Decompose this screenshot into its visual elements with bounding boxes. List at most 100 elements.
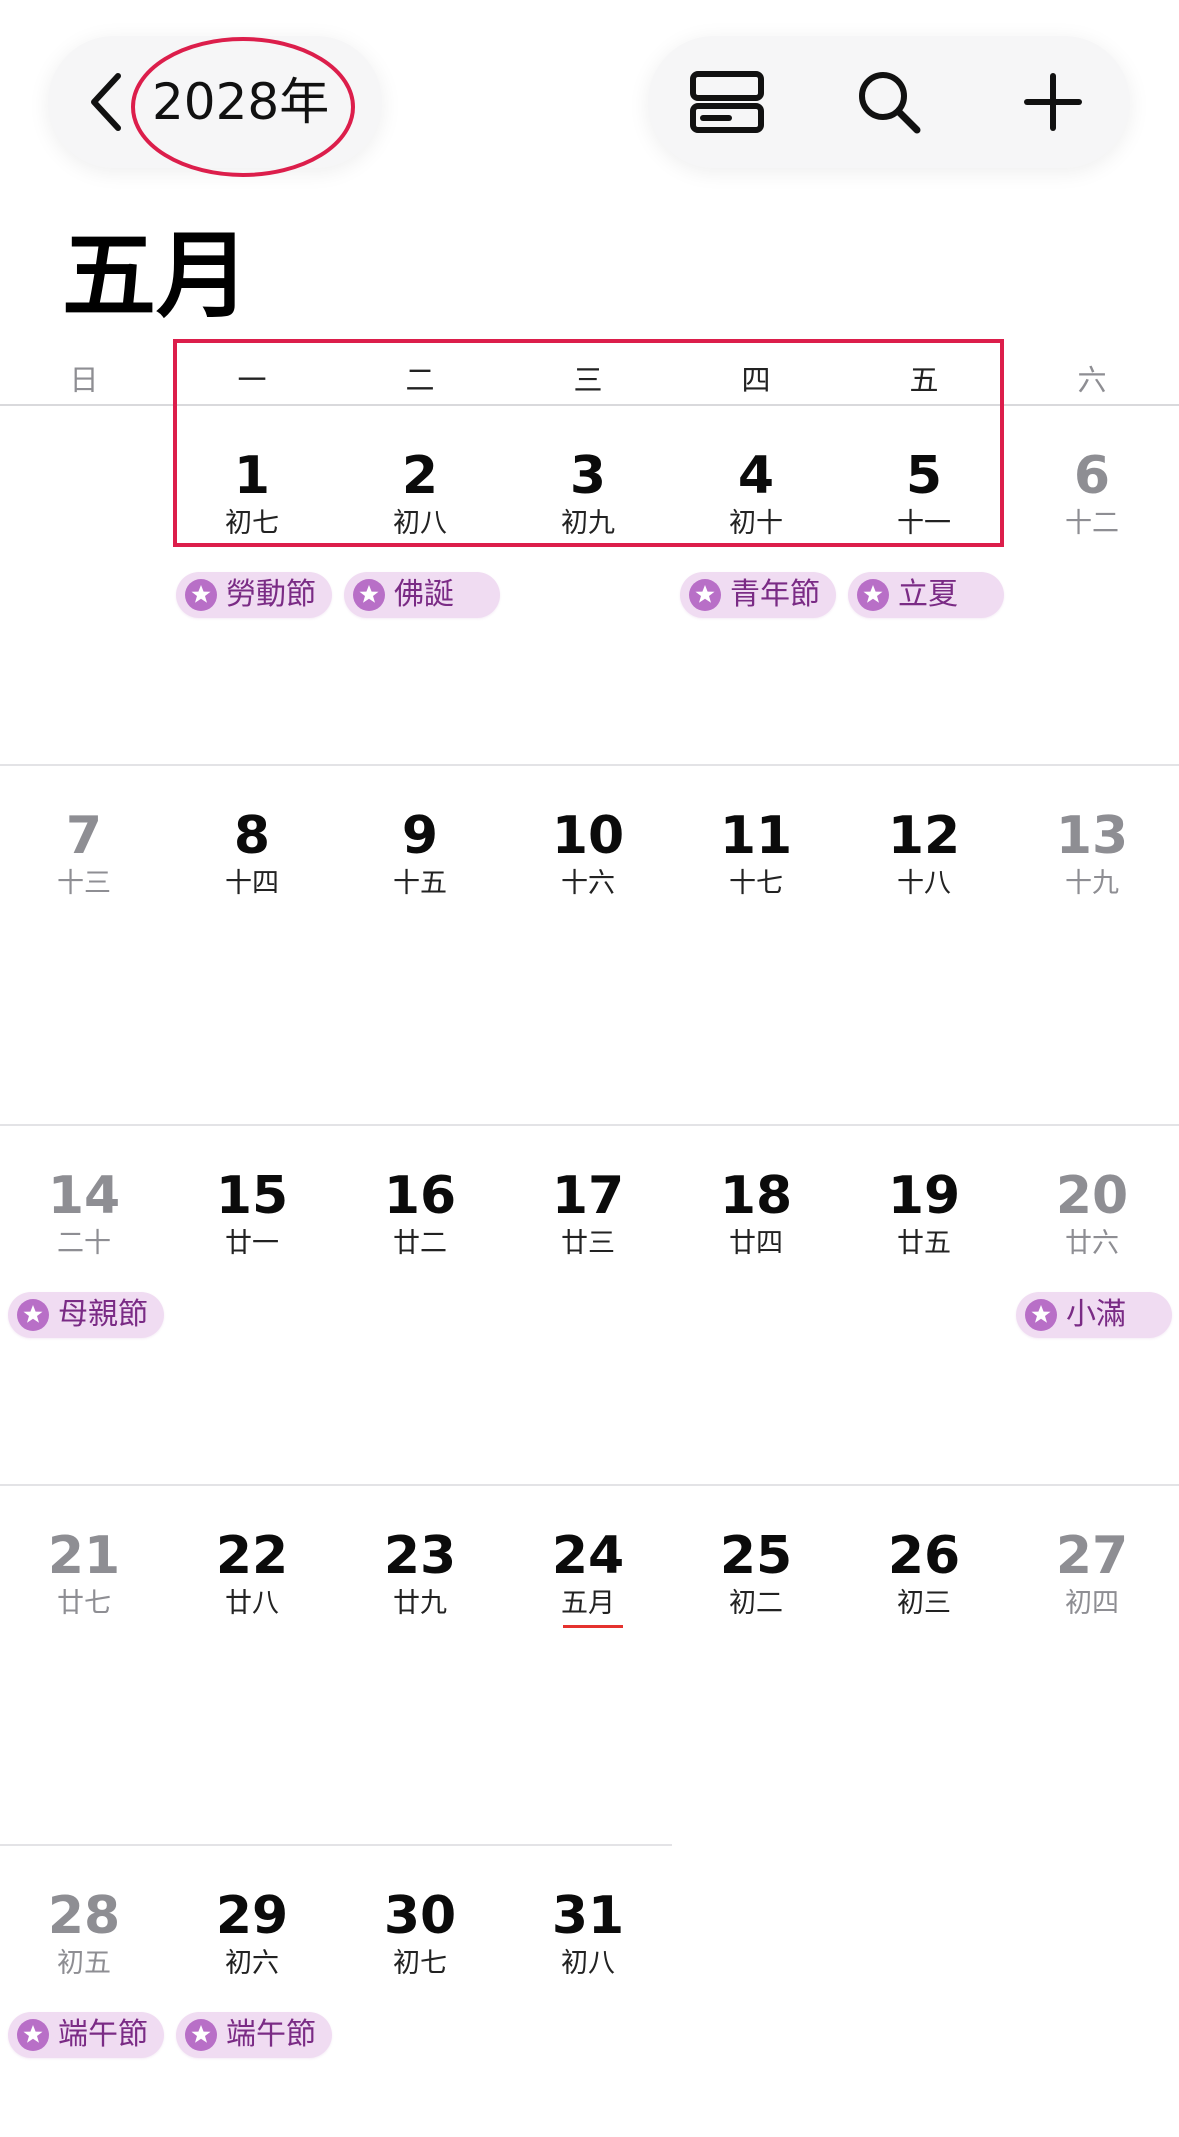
day-cell[interactable]: 12 十八 <box>840 806 1008 916</box>
event-chip[interactable]: 端午節 <box>176 2012 332 2058</box>
day-cell[interactable]: 7 十三 <box>0 806 168 916</box>
day-cell[interactable]: 10 十六 <box>504 806 672 916</box>
lunar-date: 初九 <box>561 508 615 539</box>
event-chip[interactable]: 端午節 <box>8 2012 164 2058</box>
year-nav-pill: 2028年 <box>48 36 382 168</box>
add-event-button[interactable] <box>988 36 1118 168</box>
star-icon <box>17 1299 49 1331</box>
lunar-date: 廿四 <box>729 1228 783 1259</box>
week-divider <box>0 1124 1179 1126</box>
day-number: 21 <box>47 1526 121 1586</box>
year-label: 2028年 <box>152 73 330 131</box>
day-cell[interactable]: 21 廿七 <box>0 1526 168 1636</box>
day-number: 6 <box>1073 446 1111 506</box>
day-cell[interactable]: 29 初六 <box>168 1886 336 1996</box>
day-cell[interactable]: 28 初五 <box>0 1886 168 1996</box>
day-cell[interactable]: 22 廿八 <box>168 1526 336 1636</box>
day-cell[interactable]: 18 廿四 <box>672 1166 840 1276</box>
day-cell[interactable]: 30 初七 <box>336 1886 504 1996</box>
day-number: 28 <box>47 1886 121 1946</box>
day-number: 17 <box>551 1166 625 1226</box>
lunar-date: 初八 <box>393 508 447 539</box>
header-divider <box>0 404 1179 406</box>
lunar-month-underline <box>563 1625 623 1628</box>
star-icon <box>17 2019 49 2051</box>
event-chip[interactable]: 青年節 <box>680 572 836 618</box>
list-view-icon <box>690 71 764 133</box>
lunar-date: 初五 <box>57 1948 111 1979</box>
day-number: 11 <box>719 806 793 866</box>
week-divider <box>0 1484 1179 1486</box>
event-chip[interactable]: 母親節 <box>8 1292 164 1338</box>
event-label: 佛誕 <box>394 577 454 612</box>
lunar-date: 十五 <box>393 868 447 899</box>
day-cell[interactable]: 27 初四 <box>1008 1526 1176 1636</box>
day-cell[interactable]: 3 初九 <box>504 446 672 556</box>
day-cell[interactable]: 20 廿六 <box>1008 1166 1176 1276</box>
day-number: 26 <box>887 1526 961 1586</box>
day-cell[interactable]: 19 廿五 <box>840 1166 1008 1276</box>
day-cell[interactable]: 26 初三 <box>840 1526 1008 1636</box>
lunar-date: 廿六 <box>1065 1228 1119 1259</box>
weekday-label: 二 <box>405 363 435 397</box>
day-cell[interactable]: 16 廿二 <box>336 1166 504 1276</box>
day-number: 12 <box>887 806 961 866</box>
back-to-year-button[interactable]: 2028年 <box>48 36 382 168</box>
event-label: 立夏 <box>898 577 958 612</box>
plus-icon <box>1024 73 1082 131</box>
day-cell[interactable]: 17 廿三 <box>504 1166 672 1276</box>
day-cell[interactable]: 11 十七 <box>672 806 840 916</box>
day-number: 8 <box>233 806 271 866</box>
search-button[interactable] <box>824 36 954 168</box>
list-view-button[interactable] <box>662 36 792 168</box>
event-label: 小滿 <box>1066 1297 1126 1332</box>
star-icon <box>689 579 721 611</box>
day-number: 15 <box>215 1166 289 1226</box>
day-cell[interactable]: 15 廿一 <box>168 1166 336 1276</box>
day-cell[interactable]: 6 十二 <box>1008 446 1176 556</box>
star-icon <box>185 579 217 611</box>
lunar-date: 十三 <box>57 868 111 899</box>
lunar-date: 十六 <box>561 868 615 899</box>
day-number: 30 <box>383 1886 457 1946</box>
search-icon <box>859 72 921 134</box>
day-cell[interactable]: 31 初八 <box>504 1886 672 1996</box>
lunar-date: 初二 <box>729 1588 783 1619</box>
month-title: 五月 <box>62 222 251 331</box>
event-label: 母親節 <box>58 1297 148 1332</box>
day-cell[interactable]: 2 初八 <box>336 446 504 556</box>
event-label: 端午節 <box>226 2017 316 2052</box>
day-cell[interactable]: 14 二十 <box>0 1166 168 1276</box>
day-number: 10 <box>551 806 625 866</box>
day-cell[interactable]: 9 十五 <box>336 806 504 916</box>
event-chip[interactable]: 立夏 <box>848 572 1004 618</box>
day-cell[interactable]: 1 初七 <box>168 446 336 556</box>
week-divider <box>0 764 1179 766</box>
weekday-label: 一 <box>237 363 267 397</box>
lunar-date: 廿三 <box>561 1228 615 1259</box>
lunar-date: 十九 <box>1065 868 1119 899</box>
event-chip[interactable]: 小滿 <box>1016 1292 1172 1338</box>
lunar-date: 初三 <box>897 1588 951 1619</box>
lunar-date: 五月 <box>561 1588 615 1619</box>
day-cell[interactable]: 13 十九 <box>1008 806 1176 916</box>
event-chip[interactable]: 勞動節 <box>176 572 332 618</box>
day-number: 4 <box>737 446 775 506</box>
day-number: 1 <box>233 446 271 506</box>
event-chip[interactable]: 佛誕 <box>344 572 500 618</box>
day-cell[interactable]: 8 十四 <box>168 806 336 916</box>
lunar-date: 十二 <box>1065 508 1119 539</box>
lunar-date: 廿一 <box>225 1228 279 1259</box>
star-icon <box>185 2019 217 2051</box>
day-cell[interactable]: 25 初二 <box>672 1526 840 1636</box>
lunar-date: 廿九 <box>393 1588 447 1619</box>
day-cell[interactable]: 5 十一 <box>840 446 1008 556</box>
week-divider <box>0 1844 672 1846</box>
day-cell[interactable]: 24 五月 <box>504 1526 672 1636</box>
lunar-date: 廿七 <box>57 1588 111 1619</box>
day-cell[interactable]: 4 初十 <box>672 446 840 556</box>
day-cell[interactable]: 23 廿九 <box>336 1526 504 1636</box>
lunar-date: 初四 <box>1065 1588 1119 1619</box>
day-number: 22 <box>215 1526 289 1586</box>
lunar-date: 十七 <box>729 868 783 899</box>
